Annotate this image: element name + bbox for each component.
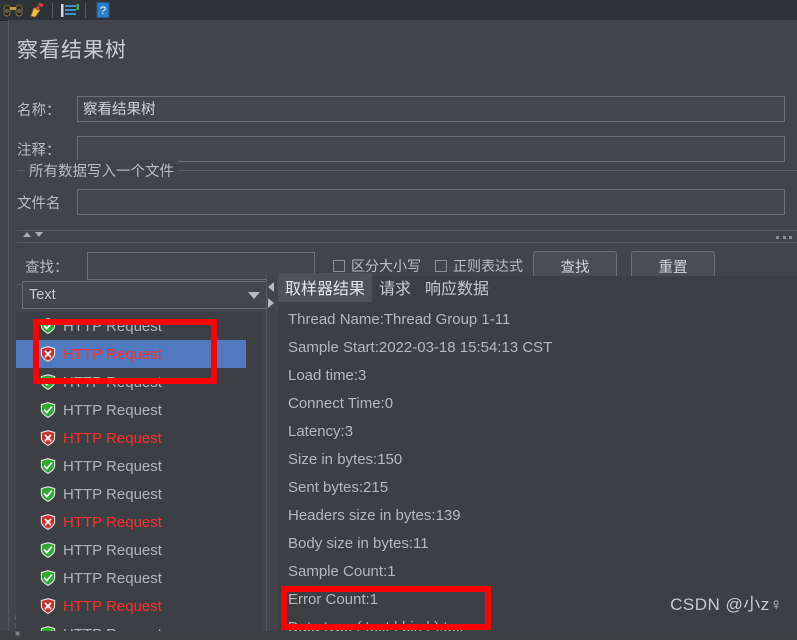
write-all-data-group: 所有数据写入一个文件 文件名	[17, 160, 797, 233]
tree-node-http-request[interactable]: HTTP Request	[16, 424, 262, 452]
success-shield-icon	[40, 486, 56, 502]
regex-checkbox[interactable]	[435, 260, 447, 272]
grip-dot	[789, 236, 792, 239]
tree-node-label: HTTP Request	[63, 597, 162, 615]
write-all-data-group-legend: 所有数据写入一个文件	[25, 160, 178, 181]
sampler-result-line: Connect Time:0	[288, 395, 394, 412]
tree-node-label: HTTP Request	[63, 513, 162, 531]
sampler-result-line: Latency:3	[288, 423, 354, 440]
tree-node-http-request[interactable]: HTTP Request	[16, 480, 262, 508]
tree-node-label: HTTP Request	[63, 401, 162, 419]
tree-node-label: HTTP Request	[63, 429, 162, 447]
comment-input[interactable]	[77, 136, 785, 162]
result-detail-pane: 取样器结果 请求 响应数据 Thread Name:Thread Group 1-1…	[278, 273, 797, 631]
error-shield-icon	[40, 346, 56, 362]
sampler-result-line: Sent bytes:215	[288, 479, 389, 496]
tree-node-http-request[interactable]: HTTP Request	[16, 452, 262, 480]
results-tree[interactable]: HTTP Request HTTP Request HTTP Request HTTP…	[16, 312, 262, 631]
tree-node-label: HTTP Request	[63, 317, 162, 335]
tree-node-http-request[interactable]: HTTP Request	[16, 508, 262, 536]
pane-divider-arrows[interactable]	[268, 282, 274, 308]
tree-node-http-request[interactable]: HTTP Request	[16, 592, 262, 620]
binoculars-icon[interactable]	[2, 1, 24, 19]
success-shield-icon	[40, 458, 56, 474]
success-shield-icon	[40, 318, 56, 334]
tree-node-http-request[interactable]: HTTP Request	[16, 396, 262, 424]
tree-node-http-request[interactable]: HTTP Request	[16, 536, 262, 564]
sampler-result-text[interactable]: Thread Name:Thread Group 1-11 Sample Star…	[278, 306, 797, 631]
result-tabs[interactable]: 取样器结果 请求 响应数据	[278, 273, 496, 302]
tree-node-http-request[interactable]: HTTP Request	[16, 620, 262, 631]
result-tab[interactable]: 取样器结果	[278, 273, 373, 302]
sampler-result-line: Data type ( text | bin | ):tex	[288, 619, 464, 631]
success-shield-icon	[40, 626, 56, 631]
success-shield-icon	[40, 542, 56, 558]
error-shield-icon	[40, 598, 56, 614]
sampler-result-line: Thread Name:Thread Group 1-11	[288, 311, 511, 328]
result-tab[interactable]: 请求	[372, 273, 418, 302]
tree-node-label: HTTP Request	[63, 373, 162, 391]
tree-node-http-request[interactable]: HTTP Request	[16, 312, 262, 340]
collapse-arrows-1[interactable]	[23, 232, 43, 237]
success-shield-icon	[40, 402, 56, 418]
error-shield-icon	[40, 430, 56, 446]
separator-line-1	[17, 230, 797, 231]
properties-list-icon[interactable]	[59, 1, 81, 19]
arrow-down-icon[interactable]	[35, 232, 43, 237]
filename-label: 文件名	[17, 195, 61, 212]
separator-line-1b	[17, 242, 797, 243]
tree-node-label: HTTP Request	[63, 345, 162, 363]
success-shield-icon	[40, 570, 56, 586]
name-row: 名称： 察看结果树	[17, 96, 797, 122]
tree-node-label: HTTP Request	[63, 457, 162, 475]
tree-node-http-request[interactable]: HTTP Request	[16, 340, 246, 368]
csdn-watermark: CSDN @小z♀	[670, 595, 783, 614]
toolbar-separator-2	[85, 2, 86, 18]
page-title: 察看结果树	[17, 39, 127, 62]
sampler-result-line: Size in bytes:150	[288, 451, 403, 468]
error-shield-icon	[40, 514, 56, 530]
filename-row: 文件名	[17, 189, 797, 215]
splitter-dot	[14, 630, 20, 636]
name-input[interactable]: 察看结果树	[77, 96, 785, 122]
chevron-left-icon[interactable]	[268, 282, 274, 292]
toolbar: ?	[0, 0, 797, 21]
jmeter-view-results-tree-window: ? 察看结果树 名称： 察看结果树 注释： 所有数据写入一个文件 文件名 查找：…	[0, 0, 797, 636]
name-label: 名称：	[17, 102, 61, 119]
grip-dots-1[interactable]	[776, 233, 792, 242]
sampler-result-line: Sample Count:1	[288, 563, 396, 580]
tree-node-http-request[interactable]: HTTP Request	[16, 368, 262, 396]
sampler-result-line: Sample Start:2022-03-18 15:54:13 CST	[288, 339, 553, 356]
comment-row: 注释：	[17, 136, 797, 162]
sampler-result-line: Headers size in bytes:139	[288, 507, 461, 524]
grip-dot	[782, 236, 786, 239]
renderer-select[interactable]: Text	[22, 281, 267, 309]
sampler-result-line: Body size in bytes:11	[288, 535, 429, 552]
toolbar-separator	[52, 2, 53, 18]
success-shield-icon	[40, 374, 56, 390]
chevron-right-icon[interactable]	[268, 298, 274, 308]
renderer-select-value: Text	[29, 287, 56, 303]
tree-node-label: HTTP Request	[63, 569, 162, 587]
search-label: 查找：	[25, 259, 69, 276]
broom-icon[interactable]	[26, 1, 48, 19]
filename-input[interactable]	[77, 189, 785, 215]
result-tab[interactable]: 响应数据	[418, 273, 496, 302]
sampler-result-line: Load time:3	[288, 367, 367, 384]
case-sensitive-checkbox[interactable]	[333, 260, 345, 272]
tree-node-http-request[interactable]: HTTP Request	[16, 564, 262, 592]
tree-node-label: HTTP Request	[63, 626, 162, 632]
tree-node-label: HTTP Request	[63, 485, 162, 503]
chevron-down-icon[interactable]	[248, 291, 260, 299]
comment-label: 注释：	[17, 142, 61, 159]
svg-text:?: ?	[100, 5, 106, 17]
tree-node-label: HTTP Request	[63, 541, 162, 559]
arrow-up-icon[interactable]	[23, 232, 31, 237]
help-icon[interactable]: ?	[92, 1, 114, 19]
grip-dot	[776, 236, 779, 239]
